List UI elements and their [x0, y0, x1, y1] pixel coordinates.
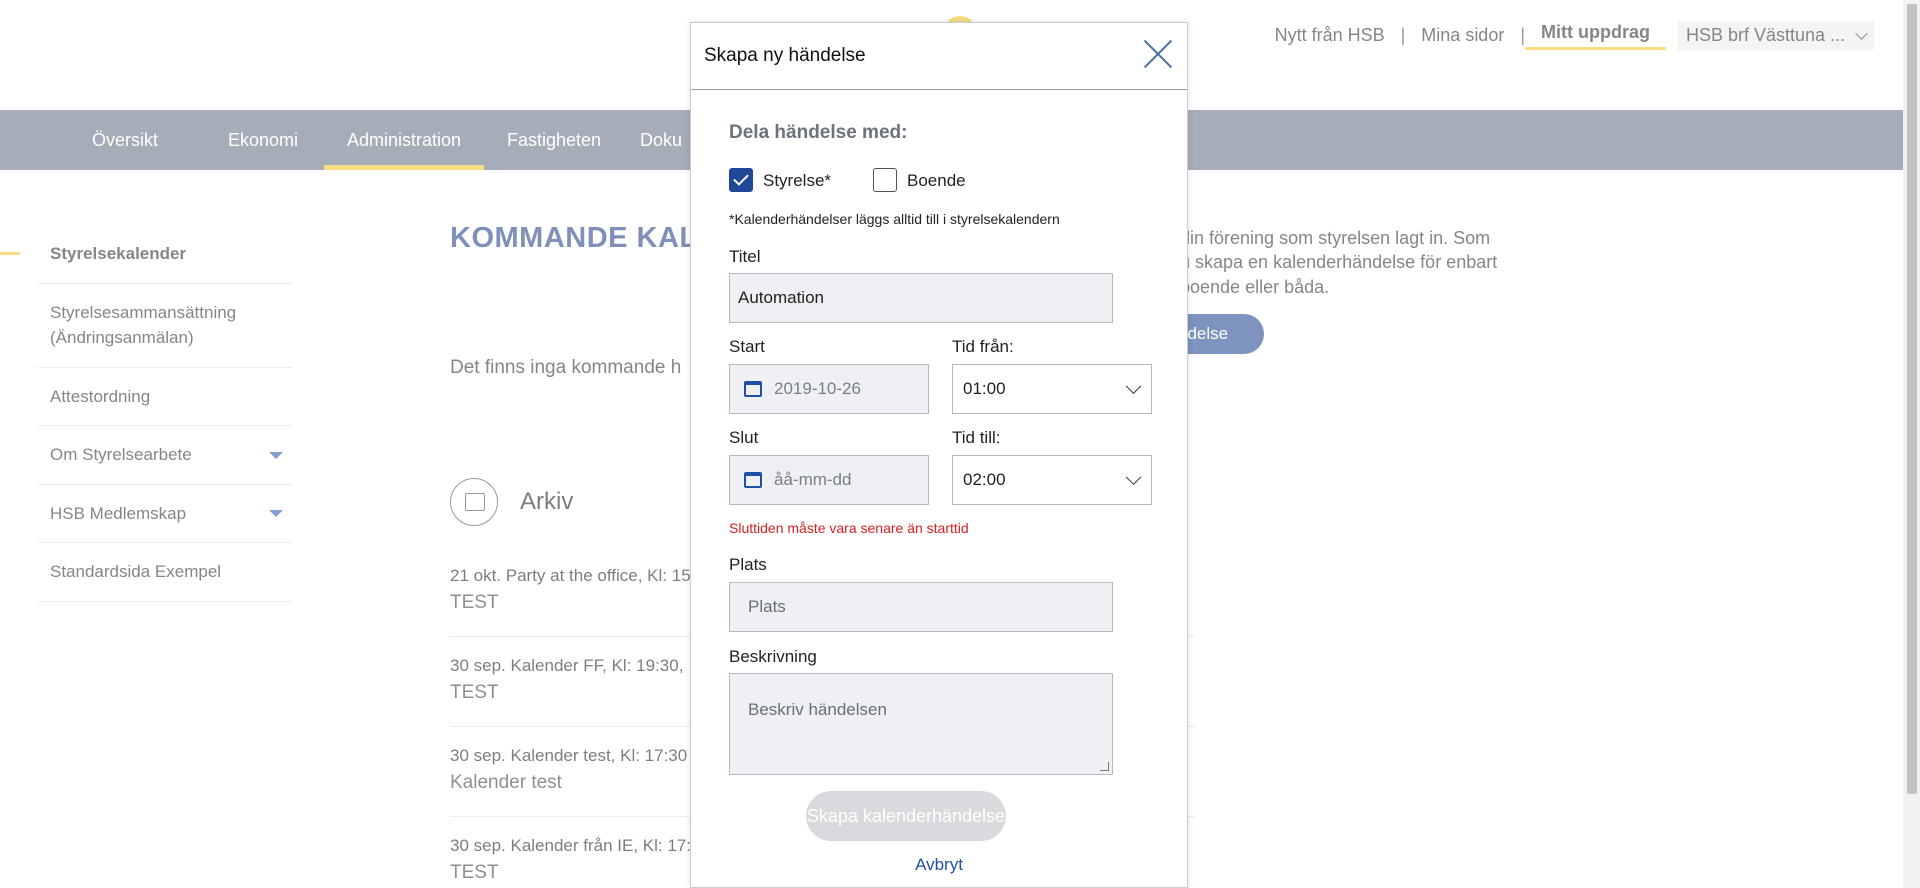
time-to-value: 02:00 — [963, 470, 1006, 489]
title-input-value: Automation — [738, 288, 824, 307]
styrelse-checkbox-label: Styrelse* — [763, 171, 832, 190]
start-date-input[interactable]: 2019-10-26 — [729, 364, 929, 414]
end-label: Slut — [729, 428, 759, 447]
time-to-select[interactable]: 02:00 — [952, 455, 1152, 505]
start-label: Start — [729, 337, 765, 356]
calendar-note: *Kalenderhändelser läggs alltid till i s… — [729, 211, 1060, 227]
time-error-message: Sluttiden måste vara senare än starttid — [729, 520, 969, 536]
boende-checkbox[interactable] — [873, 168, 897, 192]
modal-header: Skapa ny händelse — [691, 23, 1187, 90]
chevron-down-icon — [1125, 378, 1142, 395]
calendar-icon[interactable] — [744, 381, 762, 397]
share-with-label: Dela händelse med: — [729, 122, 908, 143]
place-placeholder: Plats — [748, 597, 786, 616]
time-from-select[interactable]: 01:00 — [952, 364, 1152, 414]
description-placeholder: Beskriv händelsen — [748, 700, 887, 719]
scrollbar-thumb[interactable] — [1907, 4, 1917, 794]
styrelse-checkbox[interactable] — [729, 168, 753, 192]
page-scrollbar[interactable] — [1903, 0, 1920, 888]
title-input[interactable]: Automation — [729, 273, 1113, 323]
cancel-link[interactable]: Avbryt — [691, 855, 1187, 875]
time-from-value: 01:00 — [963, 379, 1006, 398]
boende-checkbox-label: Boende — [907, 171, 966, 190]
chevron-down-icon — [1125, 469, 1142, 486]
place-label: Plats — [729, 555, 767, 574]
end-date-placeholder: åå-mm-dd — [774, 470, 852, 489]
end-date-input[interactable]: åå-mm-dd — [729, 455, 929, 505]
calendar-icon[interactable] — [744, 472, 762, 488]
resize-handle[interactable] — [1100, 762, 1109, 771]
title-label: Titel — [729, 247, 761, 266]
time-from-label: Tid från: — [952, 337, 1014, 356]
modal-title: Skapa ny händelse — [704, 45, 866, 66]
create-event-modal: Skapa ny händelse Dela händelse med: Sty… — [690, 22, 1188, 888]
close-icon[interactable] — [1141, 37, 1175, 71]
time-to-label: Tid till: — [952, 428, 1001, 447]
create-event-submit-button[interactable]: Skapa kalenderhändelse — [806, 791, 1006, 841]
description-label: Beskrivning — [729, 647, 817, 666]
place-input[interactable]: Plats — [729, 582, 1113, 632]
description-textarea[interactable]: Beskriv händelsen — [729, 673, 1113, 775]
start-date-value: 2019-10-26 — [774, 379, 861, 398]
